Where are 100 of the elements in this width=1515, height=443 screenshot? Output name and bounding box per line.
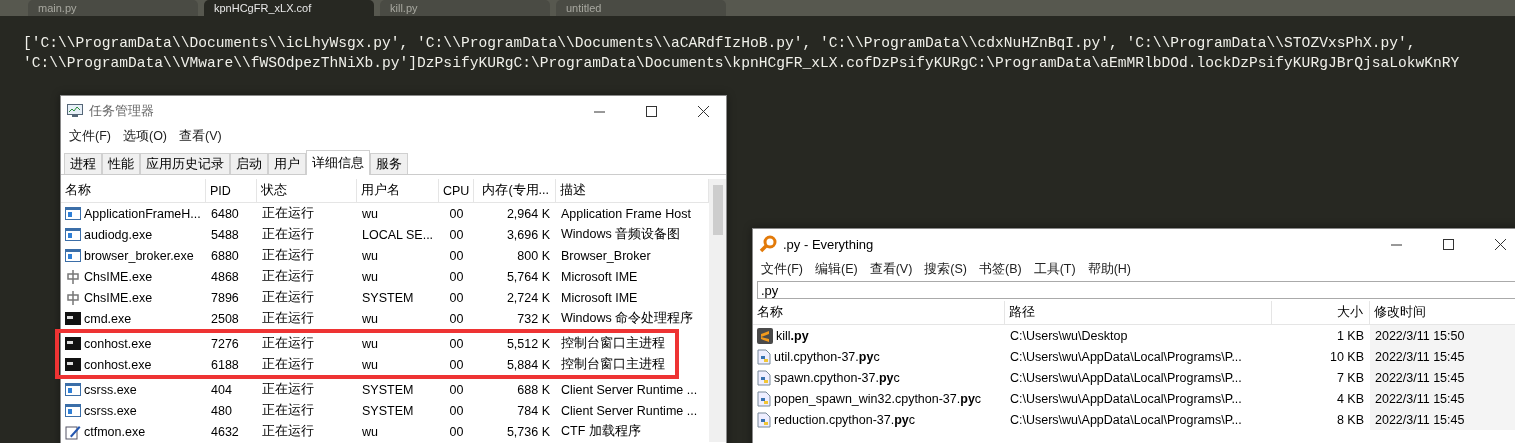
table-cell-text: 404 xyxy=(210,382,233,397)
table-cell-text: 00 xyxy=(448,382,465,397)
tab[interactable]: 进程 xyxy=(64,153,102,174)
search-field[interactable]: .py xyxy=(757,281,1515,299)
window-icon xyxy=(65,249,81,262)
table-cell: 2022/3/11 15:45 xyxy=(1370,367,1515,388)
maximize-icon xyxy=(1442,238,1454,250)
column-header[interactable]: 修改时间 xyxy=(1370,301,1515,324)
tab[interactable]: 启动 xyxy=(230,153,268,174)
tab[interactable]: 详细信息 xyxy=(306,150,370,175)
table-cell-text: 480 xyxy=(210,403,233,418)
column-header[interactable]: PID xyxy=(206,179,257,202)
menu-item[interactable]: 搜索(S) xyxy=(920,260,971,278)
table-row[interactable]: ChsIME.exe 4868 正在运行 wu 00 5,764 K Microsoft IME xyxy=(61,266,705,287)
menu-item[interactable]: 选项(O) xyxy=(118,127,172,145)
scrollbar[interactable] xyxy=(709,179,726,442)
file-icon xyxy=(757,327,773,344)
menu-item[interactable]: 文件(F) xyxy=(757,260,807,278)
editor-tab[interactable]: untitled xyxy=(556,0,726,16)
table-cell-text: 正在运行 xyxy=(261,402,315,419)
column-header[interactable]: 名称 xyxy=(753,301,1005,324)
column-header[interactable]: 内存(专用... xyxy=(474,179,556,202)
menu-item[interactable]: 查看(V) xyxy=(175,127,226,145)
table-cell-text: wu xyxy=(361,269,379,284)
python-file-icon xyxy=(757,369,771,386)
table-cell-text: 6480 xyxy=(210,206,240,221)
menu-item[interactable]: 编辑(E) xyxy=(810,260,862,278)
editor-tab[interactable]: kill.py xyxy=(380,0,550,16)
column-header[interactable]: 大小 xyxy=(1272,301,1370,324)
table-cell-text: C:\Users\wu\AppData\Local\Programs\P... xyxy=(1009,391,1243,406)
table-row[interactable]: conhost.exe 6188 正在运行 wu 00 5,884 K 控制台窗口主进程 xyxy=(61,354,705,375)
tab[interactable]: 服务 xyxy=(370,153,408,174)
table-cell-text: wu xyxy=(361,206,379,221)
window-icon xyxy=(65,228,81,241)
table-cell-text: 00 xyxy=(448,403,465,418)
table-row[interactable]: cmd.exe 2508 正在运行 wu 00 732 K Windows 命令处理程序 xyxy=(61,308,705,329)
table-cell-text: 1 KB xyxy=(1335,328,1365,343)
menu-item[interactable]: 书签(B) xyxy=(975,260,1026,278)
column-header[interactable]: 用户名 xyxy=(357,179,439,202)
table-cell-text: 00 xyxy=(448,269,465,284)
table-cell-text: SYSTEM xyxy=(361,403,415,418)
table-cell-text: Client Server Runtime ... xyxy=(560,382,699,397)
table-cell-text: 00 xyxy=(448,206,465,221)
tab[interactable]: 应用历史记录 xyxy=(140,153,230,174)
python-file-icon xyxy=(757,348,771,365)
table-cell-text: 00 xyxy=(448,248,465,263)
console-icon xyxy=(65,358,81,371)
magnifier-icon xyxy=(759,235,777,253)
table-row[interactable]: ChsIME.exe 7896 正在运行 SYSTEM 00 2,724 K Microsoft IME xyxy=(61,287,705,308)
table-cell-text: 5,736 K xyxy=(505,424,551,439)
table-cell-text: 正在运行 xyxy=(261,356,315,373)
table-row[interactable]: browser_broker.exe 6880 正在运行 wu 00 800 K Browser_Broker xyxy=(61,245,705,266)
process-name: csrss.exe xyxy=(84,382,137,397)
tab[interactable]: 性能 xyxy=(102,153,140,174)
table-row[interactable]: csrss.exe 404 正在运行 SYSTEM 00 688 K Client Server Runtime ... xyxy=(61,379,705,400)
table-cell-text: Browser_Broker xyxy=(560,248,652,263)
table-row[interactable]: conhost.exe 7276 正在运行 wu 00 5,512 K 控制台窗口主进程 xyxy=(61,333,705,354)
table-cell-text: SYSTEM xyxy=(361,290,415,305)
window-title: .py - Everything xyxy=(783,236,875,252)
table-cell-text: 正在运行 xyxy=(261,205,315,222)
table-cell-text: wu xyxy=(361,311,379,326)
column-header[interactable]: 名称 xyxy=(61,179,206,202)
editor-tab[interactable]: kpnHCgFR_xLX.cof xyxy=(204,0,374,16)
table-cell-text: 3,696 K xyxy=(505,227,551,242)
table-cell: 2022/3/11 15:45 xyxy=(1370,388,1515,409)
table-cell-text: 正在运行 xyxy=(261,268,315,285)
file-name: kill.py xyxy=(776,328,809,343)
table-row[interactable]: ApplicationFrameH... 6480 正在运行 wu 00 2,964 K Application Frame Host xyxy=(61,203,705,224)
table-cell-text: 00 xyxy=(448,424,465,439)
table-cell-text: 4868 xyxy=(210,269,240,284)
table-cell-text: 00 xyxy=(448,311,465,326)
table-cell-text: 2,964 K xyxy=(505,206,551,221)
column-header[interactable]: CPU xyxy=(439,179,474,202)
table-cell-text: 00 xyxy=(448,227,465,242)
table-cell-text: wu xyxy=(361,248,379,263)
process-name: ChsIME.exe xyxy=(84,269,153,284)
column-header[interactable]: 路径 xyxy=(1005,301,1272,324)
menu-item[interactable]: 帮助(H) xyxy=(1083,260,1135,278)
table-cell-text: 4632 xyxy=(210,424,240,439)
task-manager-icon xyxy=(67,104,83,118)
table-cell-text: C:\Users\wu\AppData\Local\Programs\P... xyxy=(1009,349,1243,364)
table-cell-text: 00 xyxy=(448,336,465,351)
menu-item[interactable]: 工具(T) xyxy=(1029,260,1080,278)
menu-item[interactable]: 查看(V) xyxy=(865,260,917,278)
table-cell-text: 2,724 K xyxy=(505,290,551,305)
menu-item[interactable]: 文件(F) xyxy=(65,127,115,145)
python-file-icon xyxy=(757,411,771,428)
table-cell-text: SYSTEM xyxy=(361,382,415,397)
table-cell-text: 正在运行 xyxy=(261,289,315,306)
table-row[interactable]: ctfmon.exe 4632 正在运行 wu 00 5,736 K CTF 加载程序 xyxy=(61,421,705,442)
table-row[interactable]: csrss.exe 480 正在运行 SYSTEM 00 784 K Client Server Runtime ... xyxy=(61,400,705,421)
process-name: conhost.exe xyxy=(84,336,152,351)
table-row[interactable]: audiodg.exe 5488 正在运行 LOCAL SE... 00 3,696 K Windows 音频设备图 xyxy=(61,224,705,245)
table-cell: 2022/3/11 15:50 xyxy=(1370,325,1515,346)
column-header[interactable]: 状态 xyxy=(257,179,357,202)
table-cell-text: 控制台窗口主进程 xyxy=(560,335,666,352)
tab[interactable]: 用户 xyxy=(268,153,306,174)
editor-tab[interactable]: main.py xyxy=(28,0,198,16)
process-name: conhost.exe xyxy=(84,357,152,372)
table-cell-text: Microsoft IME xyxy=(560,290,639,305)
